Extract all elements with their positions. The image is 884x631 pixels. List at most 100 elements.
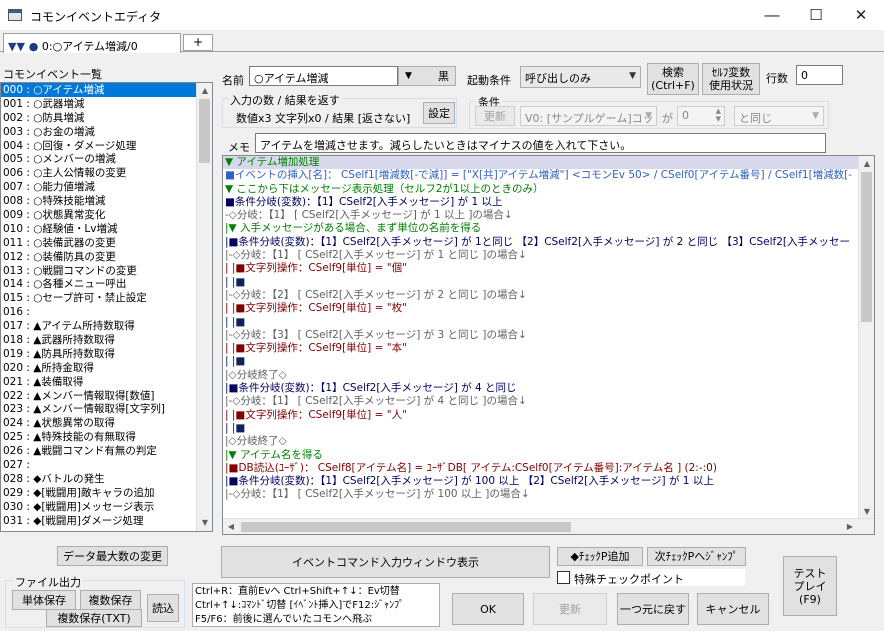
update-button[interactable]: 更新 <box>533 593 607 625</box>
self-var-usage-button[interactable]: ｾﾙﾌ変数 使用状況 <box>702 63 760 95</box>
command-row[interactable]: | |■ <box>223 276 859 289</box>
event-list-item[interactable]: 021 : ▲装備取得 <box>1 375 212 389</box>
event-list-item[interactable]: 005 : ○メンバーの増減 <box>1 152 212 166</box>
event-list-item[interactable]: 006 : ○主人公情報の変更 <box>1 166 212 180</box>
event-command-list[interactable]: ▼ アイテム増加処理 ■イベントの挿入[名]： CSelf1[増減数[-で減]] … <box>222 155 875 535</box>
event-list-item[interactable]: 007 : ○能力値増減 <box>1 180 212 194</box>
condition-operator-select[interactable]: と同じ ▼ <box>734 106 824 126</box>
event-list-item[interactable]: 001 : ○武器増減 <box>1 97 212 111</box>
tab-common-event-0[interactable]: ▼▼ ● 0:○アイテム増減/0 <box>3 33 181 53</box>
command-row[interactable]: |▼ 入手メッセージがある場合、まず単位の名前を得る <box>223 222 859 235</box>
hscroll-thumb[interactable] <box>241 522 571 532</box>
event-list-item[interactable]: 027 : <box>1 458 212 472</box>
lines-input[interactable]: 0 <box>796 65 843 85</box>
close-icon[interactable]: ✕ <box>851 5 871 25</box>
event-list-item[interactable]: 024 : ▲状態異常の取得 <box>1 416 212 430</box>
command-row[interactable]: ▼ アイテム増加処理 <box>223 156 859 170</box>
command-row[interactable]: |■DB読込(ﾕｰｻﾞ)： CSelf8[アイテム名] = ﾕｰｻﾞDB[ アイ… <box>223 462 859 475</box>
spin-arrows-icon[interactable]: ▲ ▼ <box>716 107 721 123</box>
memo-input[interactable]: アイテムを増減させます。減らしたいときはマイナスの値を入れて下さい。 <box>255 133 826 153</box>
event-list-item[interactable]: 018 : ▲武器所持数取得 <box>1 333 212 347</box>
event-list-item[interactable]: 025 : ▲特殊技能の有無取得 <box>1 430 212 444</box>
command-row[interactable]: |-◇分岐：【1】 [ CSelf2[入手メッセージ] が 4 と同じ ]の場合… <box>223 395 859 408</box>
command-row[interactable]: | |■文字列操作：CSelf9[単位] = "本" <box>223 342 859 355</box>
command-row[interactable]: | |■ <box>223 355 859 368</box>
search-button[interactable]: 検索 (Ctrl+F) <box>647 63 699 95</box>
condition-variable-select[interactable]: V0: [サンプルゲーム]コッ ▼ <box>520 106 657 126</box>
scroll-down-icon[interactable]: ▼ <box>197 515 212 531</box>
event-list-item[interactable]: 029 : ◆[戦闘用]敵キャラの追加 <box>1 486 212 500</box>
scroll-up-icon[interactable]: ▲ <box>859 156 874 172</box>
command-row[interactable]: |▼ アイテム名を得る <box>223 449 859 462</box>
command-row[interactable]: | |■ <box>223 422 859 435</box>
condition-update-button[interactable]: 更新 <box>475 106 515 126</box>
command-row[interactable]: |◇分岐終了◇ <box>223 435 859 448</box>
command-row[interactable]: |■条件分岐(変数)：【1】CSelf2[入手メッセージ] が 1と同じ 【2】… <box>223 236 859 249</box>
command-row[interactable]: ▼ ここから下はメッセージ表示処理（セルフ2が1以上のときのみ） <box>223 183 859 196</box>
event-list-item[interactable]: 011 : ○装備武器の変更 <box>1 236 212 250</box>
trigger-select[interactable]: 呼び出しのみ ▼ <box>520 66 641 88</box>
scroll-up-icon[interactable]: ▲ <box>197 83 212 99</box>
scroll-right-icon[interactable]: ▶ <box>842 519 858 534</box>
event-list-item[interactable]: 009 : ○状態異常変化 <box>1 208 212 222</box>
common-event-list[interactable]: 000 : ○アイテム増減 001 : ○武器増減 002 : ○防具増減 003 :… <box>0 82 213 532</box>
event-list-item[interactable]: 012 : ○装備防具の変更 <box>1 250 212 264</box>
test-play-button[interactable]: テスト プレイ (F9) <box>783 556 837 616</box>
command-row[interactable]: -◇分岐：【1】 [ CSelf2[入手メッセージ] が 1 以上 ]の場合↓ <box>223 209 859 222</box>
command-list-hscrollbar[interactable]: ◀ ▶ <box>223 518 874 534</box>
event-list-item[interactable]: 031 : ◆[戦闘用]ダメージ処理 <box>1 514 212 528</box>
event-list-item[interactable]: 023 : ▲メンバー情報取得[文字列] <box>1 402 212 416</box>
maximize-icon[interactable]: ☐ <box>806 5 826 25</box>
next-checkpoint-button[interactable]: 次ﾁｪｯｸPへｼﾞｬﾝﾌﾟ <box>647 547 746 566</box>
command-row[interactable]: |■条件分岐(変数)：【1】CSelf2[入手メッセージ] が 4 と同じ <box>223 382 859 395</box>
checkpoint-add-button[interactable]: ◆ﾁｪｯｸP追加 <box>557 547 643 566</box>
command-row[interactable]: |■条件分岐(変数)：【1】CSelf2[入手メッセージ] が 100 以上 【… <box>223 475 859 488</box>
multi-save-txt-button[interactable]: 複数保存(TXT) <box>46 609 142 627</box>
command-row[interactable]: |-◇分岐：【1】 [ CSelf2[入手メッセージ] が 100 以上 ]の場… <box>223 488 859 501</box>
load-button[interactable]: 読込 <box>147 594 179 622</box>
ok-button[interactable]: OK <box>452 593 524 625</box>
event-list-item[interactable]: 014 : ○各種メニュー呼出 <box>1 277 212 291</box>
scroll-thumb[interactable] <box>861 172 872 322</box>
add-tab-button[interactable]: + <box>183 34 213 51</box>
event-list-item[interactable]: 022 : ▲メンバー情報取得[数値] <box>1 389 212 403</box>
name-color-button[interactable]: ▼ 黒 <box>398 66 456 86</box>
name-input[interactable]: ○アイテム増減 <box>249 66 398 86</box>
event-list-item[interactable]: 000 : ○アイテム増減 <box>1 83 212 97</box>
event-list-item[interactable]: 002 : ○防具増減 <box>1 111 212 125</box>
command-row[interactable]: | |■文字列操作：CSelf9[単位] = "人" <box>223 409 859 422</box>
minimize-icon[interactable]: ― <box>762 5 782 25</box>
event-list-scrollbar[interactable]: ▲ ▼ <box>196 83 212 531</box>
io-settings-button[interactable]: 設定 <box>423 102 455 124</box>
multi-save-button[interactable]: 複数保存 <box>80 590 141 610</box>
event-list-item[interactable]: 020 : ▲所持金取得 <box>1 361 212 375</box>
event-list-item[interactable]: 013 : ○戦闘コマンドの変更 <box>1 264 212 278</box>
command-row[interactable]: ■条件分岐(変数)：【1】CSelf2[入手メッセージ] が 1 以上 <box>223 196 859 209</box>
command-row[interactable]: ■イベントの挿入[名]： CSelf1[増減数[-で減]] = ["X[共]アイ… <box>223 169 859 182</box>
undo-button[interactable]: 一つ元に戻す <box>617 593 689 625</box>
command-row[interactable]: |-◇分岐：【1】 [ CSelf2[入手メッセージ] が 1 と同じ ]の場合… <box>223 249 859 262</box>
event-list-item[interactable]: 016 : <box>1 305 212 319</box>
command-row[interactable]: | |■ <box>223 316 859 329</box>
event-list-item[interactable]: 026 : ▲戦闘コマンド有無の判定 <box>1 444 212 458</box>
event-list-item[interactable]: 028 : ◆バトルの発生 <box>1 472 212 486</box>
single-save-button[interactable]: 単体保存 <box>12 590 76 610</box>
command-row[interactable]: |-◇分岐：【2】 [ CSelf2[入手メッセージ] が 2 と同じ ]の場合… <box>223 289 859 302</box>
scroll-left-icon[interactable]: ◀ <box>223 519 239 534</box>
condition-number-input[interactable]: 0 ▲ ▼ <box>677 106 725 126</box>
event-list-item[interactable]: 030 : ◆[戦闘用]メッセージ表示 <box>1 500 212 514</box>
event-list-item[interactable]: 019 : ▲防具所持数取得 <box>1 347 212 361</box>
data-max-button[interactable]: データ最大数の変更 <box>57 546 168 566</box>
command-row[interactable]: |◇分岐終了◇ <box>223 369 859 382</box>
command-list-vscrollbar[interactable]: ▲ ▼ <box>858 156 874 520</box>
command-row[interactable]: | |■文字列操作：CSelf9[単位] = "枚" <box>223 302 859 315</box>
event-list-item[interactable]: 015 : ○セーブ許可・禁止設定 <box>1 291 212 305</box>
event-list-item[interactable]: 004 : ○回復・ダメージ処理 <box>1 139 212 153</box>
scroll-thumb[interactable] <box>199 99 210 163</box>
command-row[interactable]: | |■文字列操作：CSelf9[単位] = "個" <box>223 262 859 275</box>
event-list-item[interactable]: 008 : ○特殊技能増減 <box>1 194 212 208</box>
special-checkpoint-checkbox[interactable] <box>557 571 570 584</box>
command-row[interactable]: |-◇分岐：【3】 [ CSelf2[入手メッセージ] が 3 と同じ ]の場合… <box>223 329 859 342</box>
event-list-item[interactable]: 010 : ○経験値・Lv増減 <box>1 222 212 236</box>
event-list-item[interactable]: 003 : ○お金の増減 <box>1 125 212 139</box>
